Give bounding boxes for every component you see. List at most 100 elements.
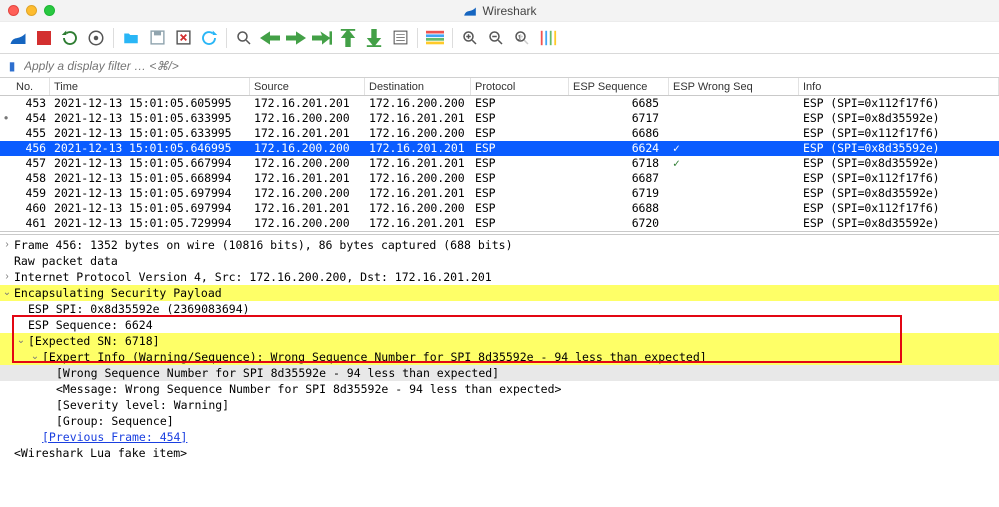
cell-time: 2021-12-13 15:01:05.697994: [50, 186, 250, 201]
app-title: Wireshark: [482, 4, 536, 18]
packet-details-pane[interactable]: ›Frame 456: 1352 bytes on wire (10816 bi…: [0, 235, 999, 463]
packet-row[interactable]: 4582021-12-13 15:01:05.668994172.16.201.…: [0, 171, 999, 186]
stop-capture-button[interactable]: [32, 26, 56, 50]
cell-wrong: [669, 111, 799, 126]
display-filter-bar: ▮: [0, 54, 999, 78]
column-header-no[interactable]: No.: [12, 78, 50, 95]
column-header-proto[interactable]: Protocol: [471, 78, 569, 95]
zoom-window-button[interactable]: [44, 5, 55, 16]
colorize-button[interactable]: [423, 26, 447, 50]
detail-group[interactable]: [Group: Sequence]: [56, 413, 174, 429]
cell-info: ESP (SPI=0x8d35592e): [799, 141, 999, 156]
column-header-time[interactable]: Time: [50, 78, 250, 95]
column-header-dst[interactable]: Destination: [365, 78, 471, 95]
row-marker: [0, 156, 12, 171]
column-header-wrong[interactable]: ESP Wrong Seq: [669, 78, 799, 95]
zoom-in-button[interactable]: [458, 26, 482, 50]
cell-no: 460: [12, 201, 50, 216]
packet-row[interactable]: 4552021-12-13 15:01:05.633995172.16.201.…: [0, 126, 999, 141]
row-marker: [0, 201, 12, 216]
go-to-packet-button[interactable]: [310, 26, 334, 50]
cell-proto: ESP: [471, 171, 569, 186]
detail-lua[interactable]: <Wireshark Lua fake item>: [14, 445, 187, 461]
expand-icon[interactable]: ›: [0, 269, 14, 285]
detail-message[interactable]: <Message: Wrong Sequence Number for SPI …: [56, 381, 561, 397]
cell-dst: 172.16.200.200: [365, 126, 471, 141]
go-forward-button[interactable]: [284, 26, 308, 50]
detail-ip[interactable]: Internet Protocol Version 4, Src: 172.16…: [14, 269, 492, 285]
detail-seq[interactable]: ESP Sequence: 6624: [28, 317, 153, 333]
packet-row[interactable]: 4532021-12-13 15:01:05.605995172.16.201.…: [0, 96, 999, 111]
cell-info: ESP (SPI=0x8d35592e): [799, 156, 999, 171]
cell-info: ESP (SPI=0x8d35592e): [799, 216, 999, 231]
packet-row[interactable]: 4592021-12-13 15:01:05.697994172.16.200.…: [0, 186, 999, 201]
cell-seq: 6719: [569, 186, 669, 201]
cell-wrong: [669, 186, 799, 201]
reload-file-button[interactable]: [197, 26, 221, 50]
cell-time: 2021-12-13 15:01:05.605995: [50, 96, 250, 111]
row-marker: [0, 171, 12, 186]
packet-row[interactable]: 4562021-12-13 15:01:05.646995172.16.200.…: [0, 141, 999, 156]
column-header-info[interactable]: Info: [799, 78, 999, 95]
packet-row[interactable]: 4602021-12-13 15:01:05.697994172.16.201.…: [0, 201, 999, 216]
filter-bookmark-icon[interactable]: ▮: [4, 58, 20, 74]
close-window-button[interactable]: [8, 5, 19, 16]
expand-icon[interactable]: ›: [0, 237, 14, 253]
cell-no: 456: [12, 141, 50, 156]
cell-proto: ESP: [471, 111, 569, 126]
start-capture-button[interactable]: [6, 26, 30, 50]
cell-dst: 172.16.201.201: [365, 186, 471, 201]
go-back-button[interactable]: [258, 26, 282, 50]
detail-wrong[interactable]: [Wrong Sequence Number for SPI 8d35592e …: [56, 365, 499, 381]
first-packet-button[interactable]: [336, 26, 360, 50]
zoom-out-button[interactable]: [484, 26, 508, 50]
save-file-button[interactable]: [145, 26, 169, 50]
column-header-seq[interactable]: ESP Sequence: [569, 78, 669, 95]
cell-seq: 6688: [569, 201, 669, 216]
packet-row[interactable]: •4542021-12-13 15:01:05.633995172.16.200…: [0, 111, 999, 126]
cell-no: 453: [12, 96, 50, 111]
last-packet-button[interactable]: [362, 26, 386, 50]
collapse-icon[interactable]: ⌄: [0, 285, 14, 301]
minimize-window-button[interactable]: [26, 5, 37, 16]
row-marker: [0, 216, 12, 231]
column-header-src[interactable]: Source: [250, 78, 365, 95]
cell-info: ESP (SPI=0x112f17f6): [799, 171, 999, 186]
packet-row[interactable]: 4572021-12-13 15:01:05.667994172.16.200.…: [0, 156, 999, 171]
cell-time: 2021-12-13 15:01:05.729994: [50, 216, 250, 231]
packet-list[interactable]: 4532021-12-13 15:01:05.605995172.16.201.…: [0, 96, 999, 231]
cell-dst: 172.16.200.200: [365, 171, 471, 186]
auto-scroll-button[interactable]: [388, 26, 412, 50]
cell-src: 172.16.200.200: [250, 216, 365, 231]
capture-options-button[interactable]: [84, 26, 108, 50]
detail-raw[interactable]: Raw packet data: [14, 253, 118, 269]
detail-expert[interactable]: [Expert Info (Warning/Sequence): Wrong S…: [42, 349, 707, 365]
detail-esp[interactable]: Encapsulating Security Payload: [14, 285, 222, 301]
collapse-icon[interactable]: ⌄: [14, 333, 28, 349]
detail-expected[interactable]: [Expected SN: 6718]: [28, 333, 160, 349]
window-title: Wireshark: [462, 4, 536, 18]
detail-severity[interactable]: [Severity level: Warning]: [56, 397, 229, 413]
zoom-reset-button[interactable]: 1: [510, 26, 534, 50]
resize-columns-button[interactable]: [536, 26, 560, 50]
cell-src: 172.16.201.201: [250, 96, 365, 111]
detail-prev-frame-link[interactable]: [Previous Frame: 454]: [42, 429, 187, 445]
cell-info: ESP (SPI=0x112f17f6): [799, 96, 999, 111]
cell-seq: 6685: [569, 96, 669, 111]
cell-info: ESP (SPI=0x8d35592e): [799, 111, 999, 126]
restart-capture-button[interactable]: [58, 26, 82, 50]
cell-dst: 172.16.201.201: [365, 156, 471, 171]
close-file-button[interactable]: [171, 26, 195, 50]
cell-time: 2021-12-13 15:01:05.667994: [50, 156, 250, 171]
collapse-icon[interactable]: ⌄: [28, 349, 42, 365]
open-file-button[interactable]: [119, 26, 143, 50]
packet-row[interactable]: 4612021-12-13 15:01:05.729994172.16.200.…: [0, 216, 999, 231]
detail-spi[interactable]: ESP SPI: 0x8d35592e (2369083694): [28, 301, 250, 317]
cell-dst: 172.16.201.201: [365, 216, 471, 231]
wireshark-logo-icon: [462, 4, 476, 18]
cell-dst: 172.16.201.201: [365, 141, 471, 156]
display-filter-input[interactable]: [20, 54, 999, 77]
find-packet-button[interactable]: [232, 26, 256, 50]
cell-no: 455: [12, 126, 50, 141]
detail-frame[interactable]: Frame 456: 1352 bytes on wire (10816 bit…: [14, 237, 513, 253]
